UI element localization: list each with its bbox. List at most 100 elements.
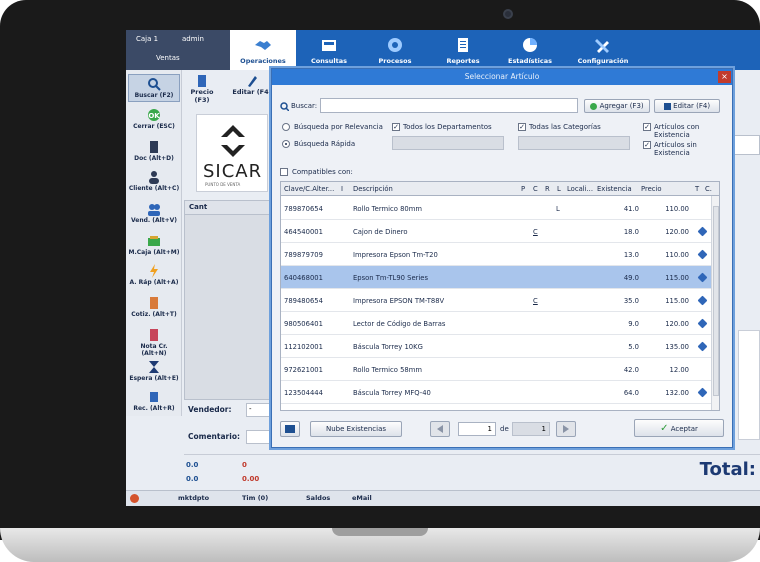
notacr-button[interactable]: Nota Cr. (Alt+N): [128, 328, 180, 357]
status-item-user: mktdpto: [178, 494, 210, 502]
sicar-logo: SICAR PUNTO DE VENTA: [196, 114, 268, 192]
col-c[interactable]: C: [533, 185, 538, 193]
tab-estadisticas[interactable]: Estadísticas: [498, 30, 562, 70]
editar-dialog-button[interactable]: Editar (F4): [654, 99, 720, 113]
table-row[interactable]: 123504444 Báscula Torrey MFQ-40 64.0 132…: [281, 381, 711, 404]
pie-chart-icon: [523, 38, 537, 52]
dialog-close-button[interactable]: ×: [718, 71, 731, 83]
prev-page-button[interactable]: [430, 421, 450, 437]
con-exist-checkbox[interactable]: ✓: [643, 123, 651, 131]
vend-button[interactable]: Vend. (Alt+V): [128, 202, 180, 224]
tab-label: Configuración: [577, 57, 629, 65]
ventas-label[interactable]: Ventas: [156, 54, 180, 62]
todas-cat-checkbox[interactable]: ✓: [518, 123, 526, 131]
rec-button[interactable]: Rec. (Alt+R): [128, 390, 180, 412]
table-row-selected[interactable]: 640468001 Epson Tm-TL90 Series 49.0 115.…: [281, 266, 711, 289]
picture-icon: [285, 425, 295, 433]
col-l[interactable]: L: [557, 185, 561, 193]
col-clave[interactable]: Clave/C.Alter...: [284, 185, 334, 193]
next-page-button[interactable]: [556, 421, 576, 437]
clipboard-icon: [458, 38, 468, 52]
categoria-select[interactable]: [518, 136, 630, 150]
cerrar-button[interactable]: OK Cerrar (ESC): [128, 108, 180, 130]
departamento-select[interactable]: [392, 136, 504, 150]
aceptar-button[interactable]: ✓ Aceptar: [634, 419, 724, 437]
nube-label: Nube Existencias: [325, 425, 387, 433]
precio-button[interactable]: Precio (F3): [184, 74, 220, 104]
table-row[interactable]: 972621001 Rollo Termico 58mm 42.0 12.00: [281, 358, 711, 381]
tab-operaciones[interactable]: Operaciones: [230, 30, 296, 70]
cell-clave: 123504444: [284, 389, 323, 397]
col-existencia[interactable]: Existencia: [597, 185, 632, 193]
relevancia-radio[interactable]: [282, 123, 290, 131]
agregar-button[interactable]: Agregar (F3): [584, 99, 650, 113]
total-c-value: 0.0: [186, 475, 199, 483]
rapida-radio[interactable]: [282, 140, 290, 148]
cerrar-label: Cerrar (ESC): [133, 123, 175, 130]
col-precio[interactable]: Precio: [641, 185, 662, 193]
sicar-mark-icon: [221, 125, 245, 157]
search-input[interactable]: [320, 98, 578, 113]
tab-procesos[interactable]: Procesos: [364, 30, 426, 70]
cell-precio: 12.00: [669, 366, 689, 374]
col-descripcion[interactable]: Descripción: [353, 185, 393, 193]
arap-button[interactable]: A. Ráp (Alt+A): [128, 264, 180, 286]
tab-label: Reportes: [446, 57, 480, 65]
cell-precio: 132.00: [665, 389, 689, 397]
quote-icon: [150, 297, 158, 309]
cell-precio: 110.00: [665, 251, 689, 259]
tools-icon: [595, 39, 609, 53]
scrollbar-thumb[interactable]: [713, 206, 719, 396]
table-row[interactable]: 464540001 Cajon de Dinero C 18.0 120.00: [281, 220, 711, 243]
credit-note-icon: [150, 329, 158, 341]
top-navigation: Caja 1 admin Ventas Operaciones Consulta…: [126, 30, 760, 70]
col-localizacion[interactable]: Locali...: [567, 185, 593, 193]
col-t[interactable]: T: [695, 185, 699, 193]
table-row[interactable]: 789879709 Impresora Epson Tm-T20 13.0 11…: [281, 243, 711, 266]
doc-button[interactable]: Doc (Alt+D): [128, 140, 180, 162]
tab-configuracion[interactable]: Configuración: [566, 30, 640, 70]
status-item-tim[interactable]: Tim (0): [242, 494, 268, 502]
rapida-label: Búsqueda Rápida: [294, 140, 356, 148]
svg-text:OK: OK: [148, 112, 160, 120]
total-pages: 1: [512, 422, 550, 436]
close-icon: OK: [148, 109, 160, 121]
status-item-email[interactable]: eMail: [352, 494, 372, 502]
col-c2[interactable]: C.: [705, 185, 712, 193]
buscar-button[interactable]: Buscar (F2): [128, 74, 180, 102]
tag-icon: [697, 318, 708, 329]
espera-button[interactable]: Espera (Alt+E): [128, 360, 180, 382]
table-row[interactable]: 980506401 Lector de Código de Barras 9.0…: [281, 312, 711, 335]
table-row[interactable]: 789480654 Impresora EPSON TM-T88V C 35.0…: [281, 289, 711, 312]
right-field[interactable]: [730, 135, 760, 155]
table-row[interactable]: 112102001 Báscula Torrey 10KG 5.0 135.00: [281, 335, 711, 358]
mcaja-button[interactable]: M.Caja (Alt+M): [128, 234, 180, 256]
tag-icon: [697, 249, 708, 260]
power-icon[interactable]: [130, 494, 139, 503]
page-input[interactable]: 1: [458, 422, 496, 436]
recover-icon: [150, 392, 158, 402]
cotiz-button[interactable]: Cotiz. (Alt+T): [128, 296, 180, 318]
editar-button[interactable]: Editar (F4): [232, 74, 272, 96]
cell-existencia: 42.0: [623, 366, 639, 374]
col-r[interactable]: R: [545, 185, 550, 193]
tab-consultas[interactable]: Consultas: [298, 30, 360, 70]
espera-label: Espera (Alt+E): [129, 375, 179, 382]
nube-existencias-button[interactable]: Nube Existencias: [310, 421, 402, 437]
tab-reportes[interactable]: Reportes: [432, 30, 494, 70]
sin-exist-checkbox[interactable]: ✓: [643, 141, 651, 149]
image-toggle-button[interactable]: [280, 421, 300, 437]
cliente-button[interactable]: Cliente (Alt+C): [128, 170, 180, 192]
rec-label: Rec. (Alt+R): [133, 405, 175, 412]
table-scrollbar[interactable]: [711, 196, 719, 410]
de-label: de: [500, 425, 509, 433]
table-row[interactable]: 789870654 Rollo Termico 80mm L 41.0 110.…: [281, 197, 711, 220]
todos-dep-checkbox[interactable]: ✓: [392, 123, 400, 131]
col-p[interactable]: P: [521, 185, 525, 193]
compatibles-checkbox[interactable]: [280, 168, 288, 176]
col-i[interactable]: I: [341, 185, 343, 193]
cell-descripcion: Impresora Epson Tm-T20: [353, 251, 438, 259]
tab-label: Consultas: [311, 57, 347, 65]
todas-cat-label: Todas las Categorías: [529, 123, 601, 131]
status-item-saldos[interactable]: Saldos: [306, 494, 330, 502]
